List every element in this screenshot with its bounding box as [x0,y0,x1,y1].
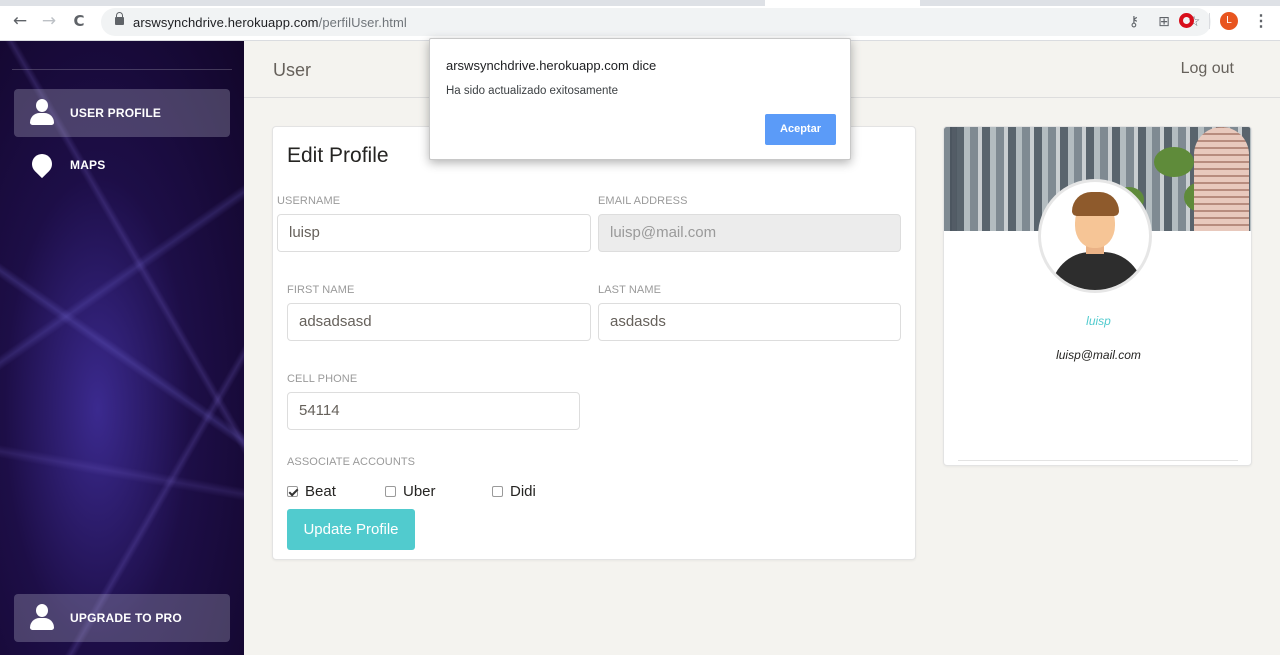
sidebar-item-user-profile[interactable]: USER PROFILE [14,89,230,137]
reload-icon[interactable]: C [70,12,88,30]
sidebar-item-maps[interactable]: MAPS [14,141,230,189]
user-icon [29,99,55,127]
alert-dialog: arswsynchdrive.herokuapp.com dice Ha sid… [429,38,851,160]
account-label: Beat [305,483,336,500]
map-pin-icon [27,149,57,179]
first-name-input[interactable]: adsadsasd [287,303,591,341]
url-text[interactable]: arswsynchdrive.herokuapp.com/perfilUser.… [133,15,407,30]
associate-accounts-label: ASSOCIATE ACCOUNTS [287,456,416,468]
upgrade-label: UPGRADE TO PRO [70,611,182,625]
tab-strip [0,0,1280,6]
account-label: Uber [403,483,436,500]
browser-toolbar: ← → C arswsynchdrive.herokuapp.com/perfi… [0,0,1280,41]
account-didi-checkbox[interactable]: Didi [492,483,536,500]
address-bar[interactable]: arswsynchdrive.herokuapp.com/perfilUser.… [101,8,1211,36]
browser-menu-icon[interactable]: ⋮ [1253,11,1269,31]
key-icon[interactable]: ⚷ [1125,13,1143,31]
active-tab[interactable] [765,0,920,6]
last-name-label: LAST NAME [598,284,662,296]
navbar-brand[interactable]: User [273,60,311,81]
sidebar: USER PROFILE MAPS UPGRADE TO PRO [0,41,244,655]
account-beat-checkbox[interactable]: Beat [287,483,336,500]
account-uber-checkbox[interactable]: Uber [385,483,436,500]
cell-phone-label: CELL PHONE [287,373,358,385]
url-domain: arswsynchdrive.herokuapp.com [133,15,319,30]
toolbar-separator [1209,13,1210,29]
logout-link[interactable]: Log out [1181,60,1234,78]
lock-icon [115,12,124,25]
back-arrow-icon[interactable]: ← [11,12,29,30]
profile-email: luisp@mail.com [1056,348,1141,362]
profile-username[interactable]: luisp [944,314,1251,328]
sidebar-divider [12,69,232,70]
account-label: Didi [510,483,536,500]
checkbox-checked-icon[interactable] [287,486,298,497]
avatar [1038,179,1152,293]
opera-extension-icon[interactable] [1179,13,1194,28]
url-path: /perfilUser.html [318,15,407,30]
profile-avatar-icon[interactable]: L [1220,12,1238,30]
email-label: EMAIL ADDRESS [598,195,688,207]
email-input[interactable]: luisp@mail.com [598,214,901,252]
checkbox-icon[interactable] [492,486,503,497]
edit-profile-card: Edit Profile USERNAME luisp EMAIL ADDRES… [272,126,916,560]
user-icon [29,604,55,632]
dialog-message: Ha sido actualizado exitosamente [446,85,618,97]
cell-phone-input[interactable]: 54114 [287,392,580,430]
dialog-title: arswsynchdrive.herokuapp.com dice [446,58,657,73]
forward-arrow-icon[interactable]: → [40,12,58,30]
checkbox-icon[interactable] [385,486,396,497]
update-profile-button[interactable]: Update Profile [287,509,415,550]
username-input[interactable]: luisp [277,214,591,252]
first-name-label: FIRST NAME [287,284,355,296]
last-name-input[interactable]: asdasds [598,303,901,341]
dialog-ok-button[interactable]: Aceptar [765,114,836,145]
sidebar-item-label: MAPS [70,158,106,172]
card-title: Edit Profile [287,144,389,167]
upgrade-to-pro-button[interactable]: UPGRADE TO PRO [14,594,230,642]
username-label: USERNAME [277,195,341,207]
card-divider [958,460,1238,461]
translate-icon[interactable]: ⊞ [1155,13,1173,31]
sidebar-item-label: USER PROFILE [70,106,162,120]
profile-summary-card: luisp luisp@mail.com [943,126,1252,466]
